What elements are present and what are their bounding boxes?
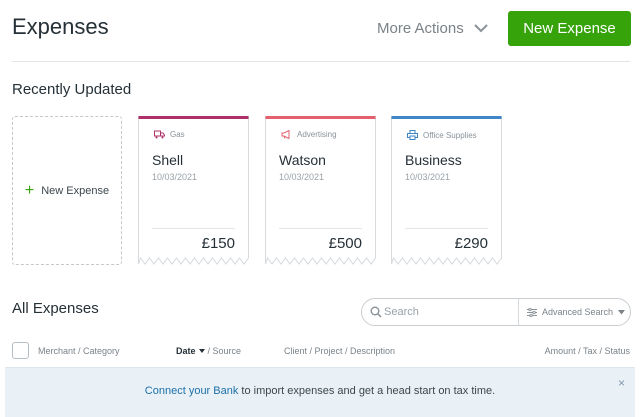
- column-amount-tax-status[interactable]: Amount / Tax / Status: [545, 346, 630, 356]
- truck-icon: [154, 130, 165, 139]
- card-separator: [152, 228, 235, 229]
- card-merchant: Business: [405, 152, 462, 168]
- expense-card[interactable]: Gas Shell 10/03/2021 £150: [138, 116, 249, 266]
- card-amount: £500: [328, 235, 362, 252]
- card-amount: £290: [454, 235, 488, 252]
- caret-down-icon: [618, 309, 626, 314]
- more-actions-label: More Actions: [377, 20, 464, 37]
- card-separator: [405, 228, 488, 229]
- card-date: 10/03/2021: [405, 172, 451, 182]
- column-merchant-category[interactable]: Merchant / Category: [38, 346, 120, 356]
- card-date: 10/03/2021: [152, 172, 198, 182]
- close-icon[interactable]: ×: [618, 376, 625, 390]
- expense-card[interactable]: Advertising Watson 10/03/2021 £500: [265, 116, 376, 266]
- header-divider: [12, 61, 630, 62]
- chevron-down-icon: [474, 24, 488, 33]
- search-icon: [362, 306, 384, 318]
- sort-desc-icon: [198, 349, 205, 353]
- expense-card[interactable]: Office Supplies Business 10/03/2021 £290: [391, 116, 502, 266]
- megaphone-icon: [281, 130, 290, 139]
- printer-icon: [407, 130, 418, 140]
- card-category: Office Supplies: [407, 130, 477, 140]
- banner-text: to import expenses and get a head start …: [238, 385, 496, 397]
- page-title: Expenses: [12, 14, 109, 39]
- column-date-source[interactable]: Date / Source: [176, 346, 241, 356]
- search-input[interactable]: [384, 306, 518, 318]
- new-expense-card-label: New Expense: [41, 184, 110, 197]
- banner-message: Connect your Bank to import expenses and…: [5, 385, 635, 397]
- card-separator: [279, 228, 362, 229]
- list-header: Merchant / Category Date / Source Client…: [12, 340, 630, 360]
- recently-updated-title: Recently Updated: [12, 81, 132, 98]
- card-date: 10/03/2021: [279, 172, 325, 182]
- all-expenses-title: All Expenses: [12, 300, 99, 317]
- new-expense-button[interactable]: New Expense: [508, 11, 631, 46]
- card-category-label: Gas: [170, 130, 185, 139]
- connect-bank-banner: Connect your Bank to import expenses and…: [5, 367, 635, 417]
- search-bar: Advanced Search: [361, 298, 631, 326]
- card-category-label: Office Supplies: [423, 130, 477, 140]
- new-expense-card[interactable]: + New Expense: [12, 116, 122, 265]
- advanced-search-label: Advanced Search: [542, 307, 614, 317]
- card-merchant: Shell: [152, 152, 184, 168]
- connect-bank-link[interactable]: Connect your Bank: [145, 385, 239, 397]
- column-source-label: / Source: [207, 346, 242, 356]
- card-category-label: Advertising: [297, 130, 337, 139]
- plus-icon: +: [24, 181, 35, 199]
- column-client-project-description[interactable]: Client / Project / Description: [284, 346, 395, 356]
- advanced-search-button[interactable]: Advanced Search: [519, 307, 626, 317]
- card-category: Advertising: [281, 130, 337, 139]
- more-actions-dropdown[interactable]: More Actions: [377, 20, 488, 37]
- card-merchant: Watson: [279, 152, 326, 168]
- column-date-label: Date: [176, 346, 196, 356]
- card-category: Gas: [154, 130, 185, 139]
- card-amount: £150: [201, 235, 235, 252]
- select-all-checkbox[interactable]: [12, 342, 29, 359]
- sliders-icon: [527, 307, 537, 317]
